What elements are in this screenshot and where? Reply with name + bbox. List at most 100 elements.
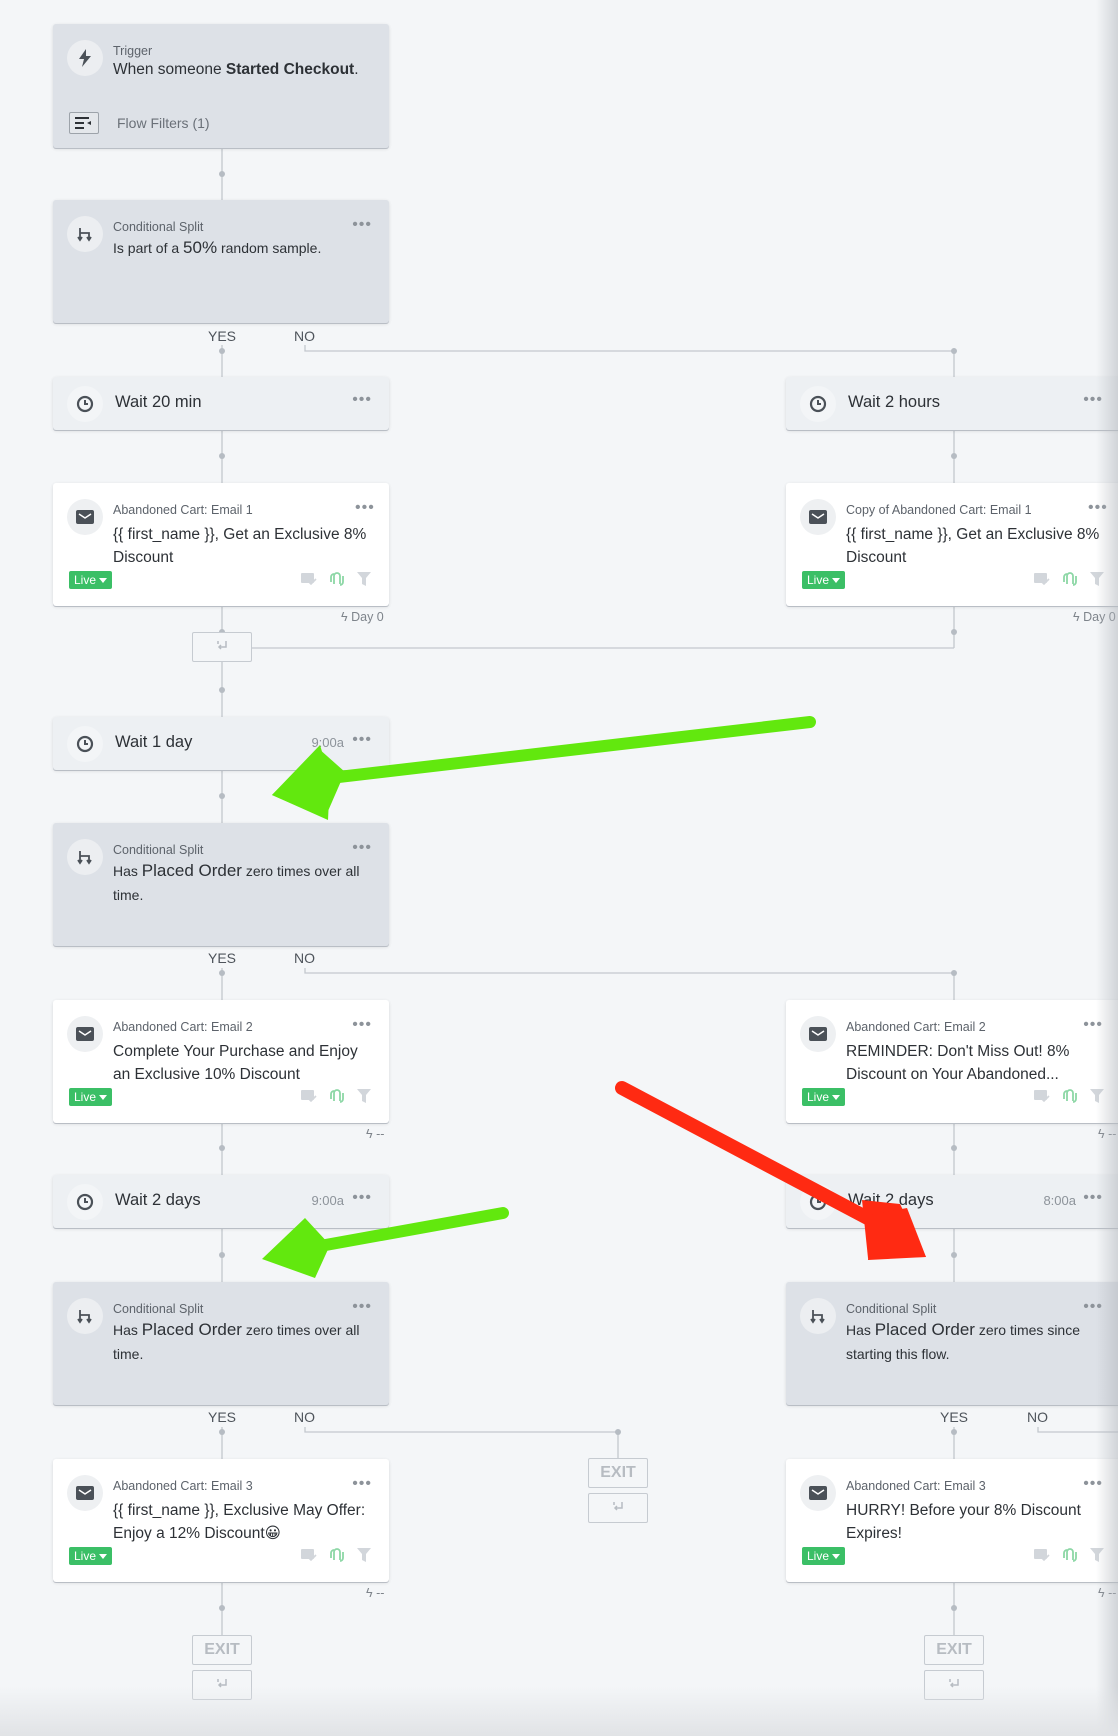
wait-label: Wait 2 days — [115, 1191, 201, 1209]
status-dropdown[interactable]: Live — [69, 1088, 113, 1106]
split-description: Has Placed Order zero times since starti… — [846, 1318, 1106, 1366]
email-card-abandoned-cart-1[interactable]: Abandoned Cart: Email 1 {{ first_name }}… — [53, 483, 389, 606]
caret-down-icon — [832, 1095, 841, 1101]
yes-label: YES — [208, 1409, 237, 1425]
more-options-button[interactable]: ••• — [1083, 1475, 1103, 1493]
more-options-button[interactable]: ••• — [1083, 1016, 1103, 1034]
smart-sending-icon — [301, 1549, 317, 1562]
wait-2-days-card[interactable]: Wait 2 days 9:00a ••• — [53, 1175, 389, 1228]
wait-20-min-card[interactable]: Wait 20 min ••• — [53, 377, 389, 430]
more-options-button[interactable]: ••• — [352, 1189, 372, 1207]
wait-time: 9:00a — [311, 735, 344, 750]
more-options-button[interactable]: ••• — [1083, 1189, 1103, 1207]
trigger-label: Trigger — [113, 44, 153, 58]
exit-node[interactable]: EXIT — [588, 1458, 648, 1488]
email-subject: Complete Your Purchase and Enjoy an Excl… — [113, 1043, 358, 1083]
flow-canvas[interactable]: Trigger When someone Started Checkout. F… — [0, 0, 1118, 1736]
split-icon — [77, 1310, 92, 1324]
merge-icon — [217, 1679, 227, 1688]
exit-node[interactable]: EXIT — [192, 1635, 252, 1665]
more-options-button[interactable]: ••• — [352, 731, 372, 749]
split-metric: Placed Order — [141, 861, 242, 880]
smart-sending-icon — [1034, 573, 1050, 586]
exit-node[interactable]: EXIT — [924, 1635, 984, 1665]
utm-tracking-icon — [1063, 1089, 1077, 1103]
status-label: Live — [74, 573, 97, 587]
envelope-icon — [76, 1027, 94, 1041]
email-subject: REMINDER: Don't Miss Out! 8% Discount on… — [846, 1043, 1070, 1083]
conditional-split-random-sample[interactable]: Conditional Split Is part of a 50% rando… — [53, 200, 389, 323]
more-options-button[interactable]: ••• — [355, 499, 375, 517]
wait-1-day-card[interactable]: Wait 1 day 9:00a ••• — [53, 717, 389, 770]
status-label: Live — [74, 1090, 97, 1104]
merge-branch-button[interactable] — [924, 1670, 984, 1700]
status-label: Live — [74, 1549, 97, 1563]
split-metric: Placed Order — [141, 1320, 242, 1339]
more-options-button[interactable]: ••• — [1088, 499, 1108, 517]
send-day: Day 0 — [351, 610, 384, 624]
envelope-icon — [809, 1486, 827, 1500]
clock-icon — [76, 735, 94, 753]
more-options-button[interactable]: ••• — [352, 839, 372, 857]
email-feature-icons — [301, 1547, 371, 1563]
send-day-label: ϟ -- — [366, 1586, 384, 1600]
lightning-icon: ϟ — [1098, 1586, 1105, 1600]
status-dropdown[interactable]: Live — [802, 571, 846, 589]
more-options-button[interactable]: ••• — [352, 391, 372, 409]
send-day: -- — [1108, 1127, 1117, 1141]
email-subject: {{ first_name }}, Exclusive May Offer: E… — [113, 1502, 366, 1542]
more-options-button[interactable]: ••• — [352, 1475, 372, 1493]
status-dropdown[interactable]: Live — [69, 1547, 113, 1565]
utm-tracking-icon — [330, 1548, 344, 1562]
lightning-icon: ϟ — [366, 1127, 373, 1141]
wait-2-hours-card[interactable]: Wait 2 hours ••• — [786, 377, 1118, 430]
split-description: Is part of a 50% random sample. — [113, 236, 375, 260]
wait-2-days-card[interactable]: Wait 2 days 8:00a ••• — [786, 1175, 1118, 1228]
merge-branch-button[interactable] — [588, 1493, 648, 1523]
split-description: Has Placed Order zero times over all tim… — [113, 859, 375, 907]
split-label: Conditional Split — [113, 1302, 204, 1316]
split-label: Conditional Split — [113, 843, 204, 857]
split-text-suffix: random sample. — [217, 240, 322, 256]
email-card-abandoned-cart-3[interactable]: Abandoned Cart: Email 3 {{ first_name }}… — [53, 1459, 389, 1582]
yes-label: YES — [208, 950, 237, 966]
email-feature-icons — [301, 1088, 371, 1104]
email-name: Abandoned Cart: Email 2 — [113, 1020, 253, 1034]
email-card-abandoned-cart-2[interactable]: Abandoned Cart: Email 2 Complete Your Pu… — [53, 1000, 389, 1123]
clock-icon-circle — [67, 726, 103, 762]
flow-filters-button[interactable] — [69, 112, 99, 134]
status-dropdown[interactable]: Live — [802, 1547, 846, 1565]
envelope-icon — [76, 510, 94, 524]
clock-icon-circle — [800, 386, 836, 422]
more-options-button[interactable]: ••• — [352, 216, 372, 234]
email-subject: HURRY! Before your 8% Discount Expires! — [846, 1502, 1081, 1542]
email-card-hurry-abandoned-cart-3[interactable]: Abandoned Cart: Email 3 HURRY! Before yo… — [786, 1459, 1118, 1582]
no-label: NO — [294, 1409, 315, 1425]
conditional-split-placed-order[interactable]: Conditional Split Has Placed Order zero … — [53, 823, 389, 946]
status-dropdown[interactable]: Live — [69, 571, 113, 589]
clock-icon-circle — [800, 1184, 836, 1220]
split-text-prefix: Is part of a — [113, 240, 184, 256]
email-card-copy-abandoned-cart-1[interactable]: Copy of Abandoned Cart: Email 1 {{ first… — [786, 483, 1118, 606]
split-icon-circle — [800, 1298, 836, 1334]
split-icon-circle — [67, 839, 103, 875]
filter-icon — [1090, 1089, 1104, 1103]
clock-icon — [809, 1193, 827, 1211]
conditional-split-since-flow-start[interactable]: Conditional Split Has Placed Order zero … — [786, 1282, 1118, 1405]
lightning-icon: ϟ — [341, 610, 348, 624]
flow-filters-label[interactable]: Flow Filters (1) — [117, 115, 210, 131]
email-icon-circle — [800, 1475, 836, 1511]
email-feature-icons — [301, 571, 371, 587]
more-options-button[interactable]: ••• — [352, 1016, 372, 1034]
more-options-button[interactable]: ••• — [352, 1298, 372, 1316]
status-dropdown[interactable]: Live — [802, 1088, 846, 1106]
conditional-split-placed-order[interactable]: Conditional Split Has Placed Order zero … — [53, 1282, 389, 1405]
merge-branch-button[interactable] — [192, 1670, 252, 1700]
no-label: NO — [294, 950, 315, 966]
trigger-card[interactable]: Trigger When someone Started Checkout. F… — [53, 24, 389, 148]
email-card-reminder-abandoned-cart-2[interactable]: Abandoned Cart: Email 2 REMINDER: Don't … — [786, 1000, 1118, 1123]
more-options-button[interactable]: ••• — [1083, 391, 1103, 409]
merge-branch-button[interactable] — [192, 632, 252, 662]
more-options-button[interactable]: ••• — [1083, 1298, 1103, 1316]
envelope-icon — [809, 510, 827, 524]
